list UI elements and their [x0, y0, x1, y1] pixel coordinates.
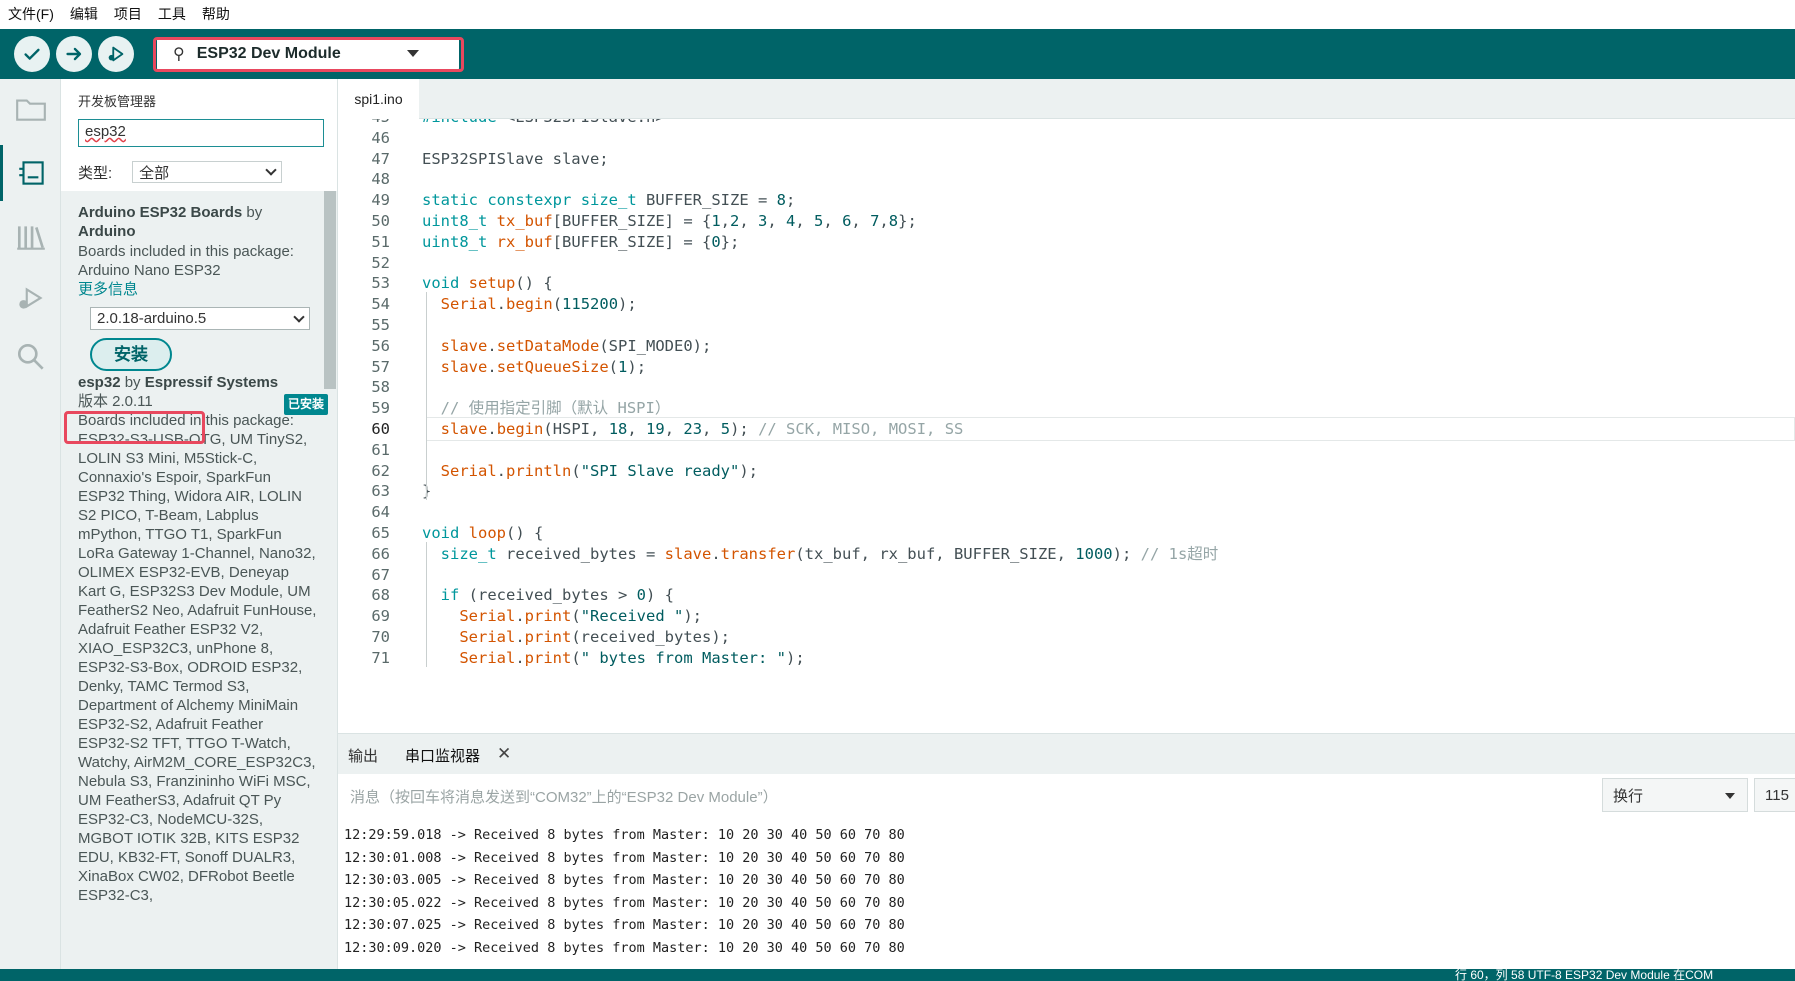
board-manager-icon	[19, 161, 44, 185]
serial-output: 12:29:59.018 -> Received 8 bytes from Ma…	[344, 824, 905, 959]
library-manager-button[interactable]	[0, 209, 61, 265]
type-filter-row: 类型: 全部	[78, 161, 283, 183]
indent-guide	[426, 541, 427, 667]
tab-spi1-ino[interactable]: spi1.ino	[338, 79, 419, 119]
serial-line: 12:29:59.018 -> Received 8 bytes from Ma…	[344, 827, 905, 843]
activity-bar	[0, 79, 61, 969]
code-editor[interactable]: 45#include <ESP32SPISlave.h>4647ESP32SPI…	[338, 119, 1795, 733]
serial-line: 12:30:09.020 -> Received 8 bytes from Ma…	[344, 939, 905, 956]
baud-rate-select[interactable]: 115	[1754, 778, 1795, 812]
serial-line: 12:30:01.008 -> Received 8 bytes from Ma…	[344, 849, 905, 866]
board-card-name: esp32	[78, 374, 121, 391]
debug-panel-button[interactable]	[0, 271, 61, 327]
board-card-author: Arduino	[78, 223, 136, 240]
close-icon[interactable]: ✕	[497, 744, 511, 764]
debug-button[interactable]	[98, 36, 134, 72]
type-value: 全部	[139, 164, 170, 182]
board-list: Arduino ESP32 Boards by Arduino Boards i…	[61, 191, 337, 969]
usb-icon: ⚲	[173, 46, 185, 63]
arrow-right-icon	[66, 47, 82, 61]
version-select[interactable]: 2.0.18-arduino.5	[90, 307, 310, 330]
status-text: 行 60，列 58 UTF-8 ESP32 Dev Module 在COM	[1455, 969, 1714, 981]
installed-version: 版本 2.0.11	[78, 393, 153, 410]
arduino-ide-window: 文件(F) 编辑 项目 工具 帮助 ⚲ ESP32 Dev Module 开发板…	[0, 0, 1795, 981]
more-info-link[interactable]: 更多信息	[78, 280, 318, 299]
code-text: Serial.print(" bytes from Master: ");	[459, 648, 805, 667]
chevron-down-icon	[407, 50, 419, 57]
line-ending-select[interactable]: 换行	[1602, 778, 1748, 812]
menu-bar: 文件(F) 编辑 项目 工具 帮助	[0, 0, 1795, 29]
line-number: 71	[371, 648, 390, 667]
installed-badge: 已安装	[283, 394, 328, 415]
upload-button[interactable]	[56, 36, 92, 72]
chevron-down-icon	[265, 164, 277, 176]
line-ending-value: 换行	[1613, 787, 1644, 805]
editor-tabs: spi1.ino	[338, 79, 1795, 119]
menu-help[interactable]: 帮助	[202, 0, 238, 29]
bottom-tabs: 输出 串口监视器 ✕	[338, 734, 1795, 774]
version-value: 2.0.18-arduino.5	[97, 310, 207, 327]
toolbar: ⚲ ESP32 Dev Module	[0, 29, 1795, 79]
search-icon	[17, 343, 44, 370]
menu-file[interactable]: 文件(F)	[8, 0, 62, 29]
board-card-by: by	[120, 374, 145, 391]
serial-message-bar: 消息（按回车将消息发送到“COM32”上的“ESP32 Dev Module”）…	[338, 774, 1795, 818]
debug-icon	[18, 287, 43, 309]
serial-line: 12:30:03.005 -> Received 8 bytes from Ma…	[344, 872, 905, 888]
board-card-arduino-esp32: Arduino ESP32 Boards by Arduino Boards i…	[78, 203, 318, 371]
menu-tools[interactable]: 工具	[158, 0, 194, 29]
board-manager-button[interactable]	[0, 145, 61, 201]
panel-title: 开发板管理器	[78, 94, 157, 109]
baud-rate-value: 115	[1765, 786, 1789, 804]
verify-button[interactable]	[14, 36, 50, 72]
library-icon	[16, 226, 45, 250]
search-button[interactable]	[0, 329, 61, 385]
board-card-desc: Boards included in this package: ESP32-S…	[78, 412, 317, 904]
serial-line: 12:30:05.022 -> Received 8 bytes from Ma…	[344, 894, 905, 911]
status-bar: 行 60，列 58 UTF-8 ESP32 Dev Module 在COM	[0, 969, 1795, 981]
serial-message-input[interactable]: 消息（按回车将消息发送到“COM32”上的“ESP32 Dev Module”）	[350, 786, 778, 807]
type-label: 类型:	[78, 164, 113, 182]
serial-line: 12:30:07.025 -> Received 8 bytes from Ma…	[344, 917, 905, 933]
check-icon	[24, 48, 40, 60]
chevron-down-icon	[1725, 793, 1735, 799]
board-selector[interactable]: ⚲ ESP32 Dev Module	[157, 37, 459, 71]
tab-output[interactable]: 输出	[348, 745, 378, 766]
menu-sketch[interactable]: 项目	[114, 0, 150, 29]
bottom-panel: 输出 串口监视器 ✕ 消息（按回车将消息发送到“COM32”上的“ESP32 D…	[338, 733, 1795, 969]
board-card-esp32: esp32 by Espressif Systems 版本 2.0.11 已安装…	[78, 373, 328, 905]
board-card-name: Arduino ESP32 Boards	[78, 204, 243, 221]
tab-serial-monitor[interactable]: 串口监视器	[405, 745, 480, 766]
chevron-down-icon	[293, 310, 305, 323]
board-search-input[interactable]: esp32	[78, 119, 324, 147]
type-select[interactable]: 全部	[132, 161, 283, 183]
install-button[interactable]: 安装	[90, 338, 172, 371]
board-card-author: Espressif Systems	[144, 374, 279, 391]
board-manager-panel: 开发板管理器 esp32 类型: 全部 Arduino ESP32 Boards…	[61, 79, 338, 969]
panel-scrollbar[interactable]	[324, 191, 336, 389]
board-card-by: by	[242, 204, 263, 221]
menu-edit[interactable]: 编辑	[70, 0, 106, 29]
indent-guide	[426, 292, 427, 501]
folder-icon	[15, 99, 46, 121]
board-card-desc: Boards included in this package: Arduino…	[78, 243, 294, 279]
code-line[interactable]: 71 Serial.print(" bytes from Master: ");	[338, 646, 1795, 670]
board-name: ESP32 Dev Module	[196, 45, 341, 62]
debug-icon	[108, 46, 124, 62]
sketchbook-button[interactable]	[0, 81, 61, 137]
